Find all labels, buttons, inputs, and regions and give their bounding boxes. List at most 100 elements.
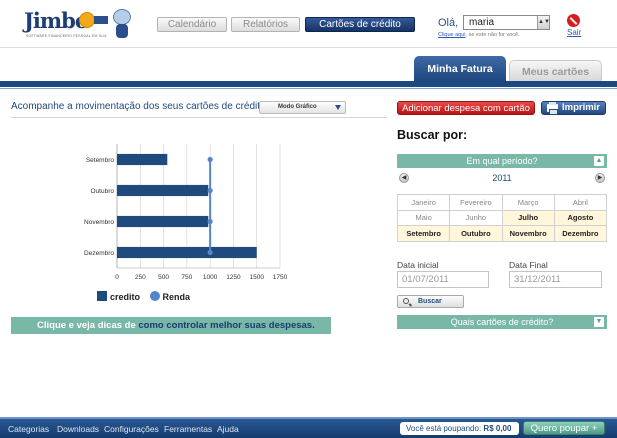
footer-link-categorias[interactable]: Categorias <box>8 424 49 434</box>
x-tick-label: 1500 <box>249 274 264 281</box>
x-tick-label: 1750 <box>273 274 288 281</box>
legend-credito-label: credito <box>110 292 141 302</box>
credit-chart: 0 250 500 750 1000 1250 1500 1750 Setembro Outubr… <box>84 144 288 281</box>
print-button[interactable]: Imprimir <box>541 101 606 115</box>
footer-link-configuracoes[interactable]: Configurações <box>104 424 159 434</box>
period-accordion[interactable]: Em qual período? ▲ <box>397 154 607 168</box>
printer-icon <box>547 102 558 115</box>
bar-credito <box>117 153 168 166</box>
tab-meus-cartoes[interactable]: Meus cartões <box>509 60 602 82</box>
nav-cartoes-button[interactable]: Cartões de crédito <box>305 17 415 32</box>
month-grid: Janeiro Fevereiro Março Abril Maio Junho Julho… <box>396 194 608 242</box>
search-title: Buscar por: <box>397 128 468 142</box>
category-label: Setembro <box>86 157 115 164</box>
logo-tagline: SOFTWARE FINANCEIRO PESSOAL EM SUA <box>26 34 107 38</box>
x-tick-label: 500 <box>158 274 169 281</box>
footer-link-ferramentas[interactable]: Ferramentas <box>164 424 212 434</box>
month-cell-setembro[interactable]: Setembro <box>396 225 451 242</box>
tab-band-divider-light <box>0 88 617 89</box>
tips-prefix: Clique e veja dicas de <box>37 320 136 331</box>
month-cell-fevereiro[interactable]: Fevereiro <box>449 194 503 211</box>
user-hint-text: , se este não for você. <box>465 32 520 38</box>
month-cell-marco[interactable]: Março <box>501 194 555 211</box>
user-select-value: maria <box>469 17 495 28</box>
chevron-down-icon[interactable]: ▲▼ <box>537 16 550 29</box>
mascot-icon <box>111 9 133 39</box>
month-cell-julho[interactable]: Julho <box>501 209 555 226</box>
end-date-label: Data Final <box>509 260 548 270</box>
renda-point <box>207 187 213 194</box>
renda-point <box>207 218 213 225</box>
save-more-button[interactable]: Quero poupar + <box>523 421 605 435</box>
footer-link-downloads[interactable]: Downloads <box>57 424 99 434</box>
month-cell-janeiro[interactable]: Janeiro <box>396 194 451 211</box>
chart-panel-title: Acompanhe a movimentação dos seus cartõe… <box>11 101 269 112</box>
renda-point <box>207 249 213 256</box>
add-card-expense-button[interactable]: Adicionar despesa com cartão <box>397 101 535 115</box>
cards-accordion[interactable]: Quais cartões de crédito? ▼ <box>397 315 607 329</box>
user-hint: Clique aqui, se este não for você. <box>438 32 520 38</box>
greeting-label: Olá, <box>438 17 459 29</box>
category-label: Novembro <box>84 219 114 226</box>
month-cell-novembro[interactable]: Novembro <box>501 225 555 242</box>
x-tick-label: 1000 <box>203 274 218 281</box>
search-button[interactable]: Buscar <box>397 295 464 308</box>
tips-link[interactable]: como controlar melhor suas despesas. <box>138 320 314 331</box>
renda-point <box>207 156 213 163</box>
footer-bar: Categorias Downloads Configurações Ferra… <box>0 417 617 438</box>
start-date-label: Data inicial <box>397 260 439 270</box>
search-icon <box>403 298 409 304</box>
chevron-down-icon <box>335 105 341 110</box>
tab-band-divider <box>0 81 617 87</box>
month-cell-abril[interactable]: Abril <box>553 194 608 211</box>
chevron-up-icon[interactable]: ▲ <box>594 156 604 166</box>
print-button-label: Imprimir <box>562 102 601 113</box>
month-cell-maio[interactable]: Maio <box>396 209 451 226</box>
bar-credito <box>117 246 257 259</box>
legend-renda-swatch <box>149 291 160 301</box>
end-date-input[interactable]: 31/12/2011 <box>509 271 602 288</box>
x-tick-label: 1250 <box>226 274 241 281</box>
app-header: Jimbo SOFTWARE FINANCEIRO PESSOAL EM SUA… <box>0 0 617 48</box>
category-label: Dezembro <box>84 250 114 257</box>
nav-relatorios-button[interactable]: Relatórios <box>231 17 300 32</box>
bar-credito <box>117 184 209 197</box>
month-cell-agosto[interactable]: Agosto <box>553 209 608 226</box>
tips-banner[interactable]: Clique e veja dicas de como controlar me… <box>11 317 331 334</box>
search-button-label: Buscar <box>418 298 442 305</box>
next-year-icon[interactable]: ▶ <box>595 173 605 183</box>
category-label: Outubro <box>91 188 115 195</box>
chevron-down-icon[interactable]: ▼ <box>594 317 604 327</box>
month-cell-outubro[interactable]: Outubro <box>449 225 503 242</box>
month-row: Janeiro Fevereiro Março Abril <box>396 194 608 211</box>
bar-credito <box>117 215 209 228</box>
start-date-input[interactable]: 01/07/2011 <box>397 271 489 288</box>
x-tick-label: 250 <box>135 274 146 281</box>
tab-minha-fatura[interactable]: Minha Fatura <box>414 56 506 82</box>
jimbo-logo[interactable]: Jimbo SOFTWARE FINANCEIRO PESSOAL EM SUA <box>24 8 109 40</box>
period-accordion-label: Em qual período? <box>466 156 538 166</box>
month-row: Maio Junho Julho Agosto <box>396 209 608 226</box>
month-cell-dezembro[interactable]: Dezembro <box>553 225 608 242</box>
year-label: 2011 <box>492 173 512 183</box>
cards-accordion-label: Quais cartões de crédito? <box>450 317 554 327</box>
view-mode-select[interactable]: Modo Gráfico <box>259 101 346 114</box>
user-select[interactable]: maria ▲▼ <box>463 15 550 30</box>
month-cell-junho[interactable]: Junho <box>449 209 503 226</box>
change-user-link[interactable]: Clique aqui <box>438 32 466 38</box>
prev-year-icon[interactable]: ◀ <box>399 173 409 183</box>
chart-legend: credito Renda <box>97 291 190 302</box>
view-mode-value: Modo Gráfico <box>278 104 317 110</box>
month-row: Setembro Outubro Novembro Dezembro <box>396 225 608 242</box>
savings-label: Você está poupando: <box>406 424 482 433</box>
legend-renda-label: Renda <box>162 292 191 302</box>
logout-link[interactable]: Sair <box>567 28 581 37</box>
nav-calendario-button[interactable]: Calendário <box>157 17 227 32</box>
x-tick-label: 0 <box>115 274 119 281</box>
footer-link-ajuda[interactable]: Ajuda <box>217 424 239 434</box>
savings-value: R$ 0,00 <box>483 424 512 433</box>
flag-icon <box>94 16 108 24</box>
logout-icon[interactable] <box>567 14 580 27</box>
x-tick-label: 750 <box>181 274 192 281</box>
panel-divider <box>11 117 387 118</box>
